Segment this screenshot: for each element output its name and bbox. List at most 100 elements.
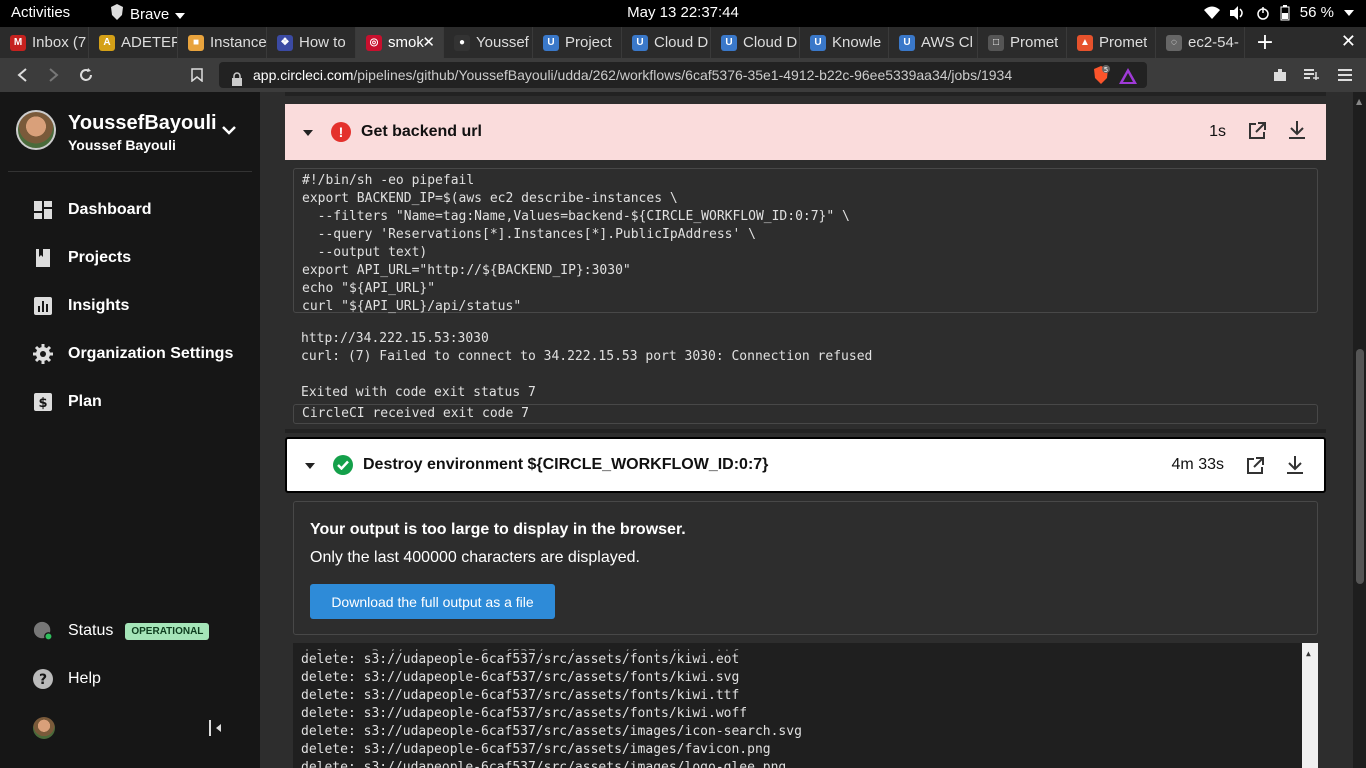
browser-tab[interactable]: M Inbox (7 <box>0 27 89 58</box>
url-bar[interactable]: app.circleci.com/pipelines/github/Yousse… <box>219 62 1147 88</box>
back-icon[interactable] <box>12 65 32 85</box>
user-full-name: Youssef Bayouli <box>68 137 176 153</box>
tab-label: Instance <box>210 34 266 51</box>
reload-icon[interactable] <box>76 65 96 85</box>
output-too-large-notice: Your output is too large to display in t… <box>293 501 1318 635</box>
brave-shields-icon[interactable]: 5 <box>1091 65 1111 85</box>
activities-button[interactable]: Activities <box>11 4 70 21</box>
sidebar-item-insights[interactable]: Insights <box>33 296 129 316</box>
notice-subtext: Only the last 400000 characters are disp… <box>310 549 640 566</box>
scroll-up-icon[interactable]: ▲ <box>1356 97 1362 106</box>
browser-tab[interactable]: ■ Instance <box>178 27 267 58</box>
dashboard-icon <box>33 200 53 220</box>
sidebar-item-projects[interactable]: Projects <box>33 248 131 268</box>
download-icon[interactable] <box>1286 455 1304 480</box>
extensions-icon[interactable] <box>1270 65 1290 85</box>
browser-tab[interactable]: ▲ Promet <box>1067 27 1156 58</box>
close-tab-icon[interactable]: ✕ <box>422 33 435 51</box>
collapse-sidebar-icon[interactable] <box>208 720 224 741</box>
chevron-down-icon <box>175 6 186 23</box>
scrollbar-thumb[interactable] <box>1356 349 1364 584</box>
status-icon <box>33 621 53 641</box>
lock-icon[interactable] <box>231 68 243 88</box>
download-full-output-button[interactable]: Download the full output as a file <box>310 584 555 619</box>
sidebar-item-help[interactable]: ? Help <box>33 669 101 689</box>
gear-icon <box>33 344 53 364</box>
open-external-icon[interactable] <box>1248 122 1266 145</box>
browser-tab[interactable]: ❖ How to <box>267 27 356 58</box>
battery-icon[interactable] <box>1280 4 1290 21</box>
menu-icon[interactable] <box>1335 65 1355 85</box>
tab-label: AWS Cl <box>921 34 973 51</box>
page-scrollbar[interactable]: ▲ <box>1353 92 1366 768</box>
step-header-get-backend-url[interactable]: ! Get backend url 1s <box>285 104 1326 160</box>
step-command-code: #!/bin/sh -eo pipefail export BACKEND_IP… <box>293 168 1318 314</box>
system-top-bar: Activities Brave May 13 22:37:44 56 % <box>0 0 1366 27</box>
divider <box>8 171 252 172</box>
insights-icon <box>33 296 53 316</box>
error-icon: ! <box>331 122 351 142</box>
tab-favicon-icon: ◎ <box>366 34 382 51</box>
sidebar-item-dashboard[interactable]: Dashboard <box>33 200 152 220</box>
sidebar-item-label: Plan <box>68 393 102 410</box>
org-switcher[interactable]: YoussefBayouli Youssef Bayouli <box>16 110 217 153</box>
browser-tab[interactable]: □ Promet <box>978 27 1067 58</box>
app-menu[interactable]: Brave <box>110 4 186 24</box>
tab-label: Cloud D <box>743 34 798 51</box>
log-line: delete: s3://udapeople-6caf537/src/asset… <box>301 742 771 757</box>
shields-count: 5 <box>1104 66 1108 74</box>
org-name: YoussefBayouli <box>68 112 217 134</box>
step-title: Get backend url <box>361 123 482 140</box>
sidebar-item-label: Dashboard <box>68 201 152 218</box>
tab-label: ec2-54- <box>1188 34 1239 51</box>
step-header-destroy-environment[interactable]: Destroy environment ${CIRCLE_WORKFLOW_ID… <box>285 437 1326 493</box>
bookmark-icon[interactable] <box>187 65 207 85</box>
browser-tab[interactable]: U Cloud D <box>622 27 711 58</box>
power-icon[interactable] <box>1256 6 1270 20</box>
scroll-up-icon[interactable]: ▲ <box>1306 645 1311 663</box>
status-badge: OPERATIONAL <box>125 622 210 640</box>
sidebar-item-organization-settings[interactable]: Organization Settings <box>33 344 233 364</box>
new-tab-button[interactable]: + <box>1245 27 1285 58</box>
success-check-icon <box>333 455 353 475</box>
browser-tab[interactable]: A ADETEF <box>89 27 178 58</box>
sidebar-item-status[interactable]: Status OPERATIONAL <box>33 621 210 641</box>
tab-label: smok <box>388 34 424 51</box>
sidebar: YoussefBayouli Youssef Bayouli Dashboard… <box>0 92 260 768</box>
open-external-icon[interactable] <box>1246 457 1264 480</box>
log-line: delete: s3://udapeople-6caf537/src/asset… <box>301 670 740 685</box>
dollar-icon: $ <box>33 392 53 412</box>
sidebar-item-plan[interactable]: $ Plan <box>33 392 102 412</box>
svg-text:?: ? <box>39 672 47 688</box>
user-avatar[interactable] <box>33 717 55 739</box>
browser-tab[interactable]: U AWS Cl <box>889 27 978 58</box>
browser-tab[interactable]: ◎ smok ✕ <box>356 27 444 58</box>
tab-label: Project <box>565 34 612 51</box>
sidebar-item-label: Organization Settings <box>68 345 234 362</box>
log-line: delete: s3://udapeople-6caf537/src/asset… <box>301 724 802 739</box>
wifi-icon[interactable] <box>1203 6 1220 20</box>
job-output-panel: ! Get backend url 1s #!/bin/sh -eo pipef… <box>260 92 1353 768</box>
media-playlist-icon[interactable] <box>1302 65 1322 85</box>
tab-favicon-icon: □ <box>988 34 1004 51</box>
browser-tab[interactable]: U Knowle <box>800 27 889 58</box>
chevron-down-icon[interactable] <box>222 122 236 140</box>
download-icon[interactable] <box>1288 120 1306 145</box>
step-output: http://34.222.15.53:3030 curl: (7) Faile… <box>301 331 873 400</box>
url-domain: app.circleci.com <box>253 67 354 83</box>
log-scrollbar[interactable]: ▲ <box>1302 643 1318 768</box>
brave-rewards-icon[interactable] <box>1119 66 1137 88</box>
browser-tab[interactable]: U Project <box>533 27 622 58</box>
clock[interactable]: May 13 22:37:44 <box>627 4 739 21</box>
sidebar-item-label: Insights <box>68 297 130 314</box>
browser-tab[interactable]: ◌ ec2-54- <box>1156 27 1245 58</box>
tab-strip: M Inbox (7 A ADETEF ■ Instance ❖ How to ◎ smok ✕ ● Y… <box>0 27 1366 58</box>
chevron-down-icon[interactable] <box>1344 9 1354 16</box>
browser-tab[interactable]: U Cloud D <box>711 27 800 58</box>
tab-favicon-icon: M <box>10 34 26 51</box>
volume-icon[interactable] <box>1229 5 1246 20</box>
close-window-icon[interactable]: ✕ <box>1341 31 1356 52</box>
divider <box>285 429 1326 433</box>
forward-icon[interactable] <box>44 65 64 85</box>
browser-tab[interactable]: ● Youssef <box>444 27 533 58</box>
